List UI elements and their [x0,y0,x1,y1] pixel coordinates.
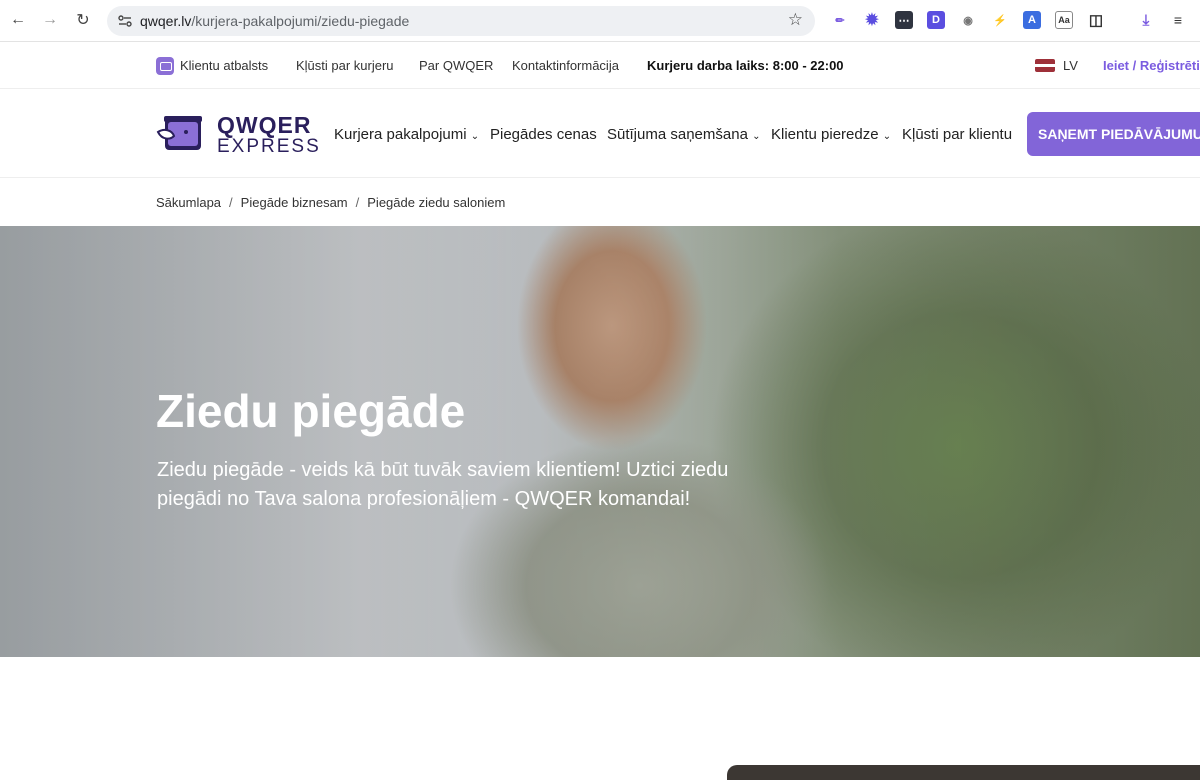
latvia-flag-icon[interactable] [1035,59,1055,72]
browser-toolbar: ← → ↻ qwqer.lv/kurjera-pakalpojumi/ziedu… [0,0,1200,42]
download-icon[interactable]: ⤓ [1137,11,1155,29]
logo-text-express: EXPRESS [217,136,321,157]
reading-list-icon[interactable]: ≡ [1169,11,1187,29]
breadcrumb-business[interactable]: Piegāde biznesam [241,195,348,210]
hero-photo-florist [0,226,1200,657]
nav-courier-services-label: Kurjera pakalpojumi [334,126,467,143]
chevron-down-icon: ⌄ [470,131,480,142]
puzzle-extensions-icon[interactable]: ◫ [1087,11,1105,29]
forward-icon[interactable]: → [38,8,62,32]
font-extension-icon[interactable]: Aa [1055,11,1073,29]
contacts-link[interactable]: Kontaktinformācija [512,58,619,73]
reload-icon[interactable]: ↻ [71,8,95,32]
gear-extension-icon[interactable]: ✹ [863,11,881,29]
hero-title: Ziedu piegāde [156,385,466,437]
translate-extension-icon[interactable]: A [1023,11,1041,29]
site-settings-icon[interactable] [117,13,133,29]
nav-customer-experience[interactable]: Klientu pieredze ⌄ [771,126,891,143]
back-icon[interactable]: ← [6,8,30,32]
nav-delivery-prices[interactable]: Piegādes cenas [490,126,597,143]
main-navigation: QWQER EXPRESS Kurjera pakalpojumi ⌄ Pieg… [0,90,1200,178]
bookmark-star-icon[interactable]: ☆ [788,10,803,30]
top-info-bar: Klientu atbalsts Kļūsti par kurjeru Par … [0,43,1200,89]
chevron-down-icon: ⌄ [752,131,761,142]
login-link[interactable]: Ieiet / Reģistrēties [1103,58,1200,73]
language-selector[interactable]: LV [1063,58,1078,73]
nav-parcel-receiving[interactable]: Sūtījuma saņemšana ⌄ [607,126,760,143]
camera-extension-icon[interactable]: ◉ [959,11,977,29]
breadcrumb-separator: / [355,195,360,210]
about-link[interactable]: Par QWQER [419,58,493,73]
chat-icon [156,57,174,75]
pen-extension-icon[interactable]: ✏ [831,11,849,29]
address-bar[interactable]: qwqer.lv/kurjera-pakalpojumi/ziedu-piega… [107,6,815,36]
breadcrumb-separator: / [229,195,233,210]
breadcrumb-home[interactable]: Sākumlapa [156,195,221,210]
breadcrumb-current: Piegāde ziedu saloniem [367,195,506,210]
bolt-extension-icon[interactable]: ⚡ [991,11,1009,29]
breadcrumb: Sākumlapa / Piegāde biznesam / Piegāde ziedu… [156,195,505,210]
get-offer-button[interactable]: SAŅEMT PIEDĀVĀJUMU [1027,112,1200,156]
nav-courier-services[interactable]: Kurjera pakalpojumi ⌄ [334,126,479,143]
become-courier-link[interactable]: Kļūsti par kurjeru [296,58,394,73]
url-domain: qwqer.lv [140,13,192,29]
hero-subtitle: Ziedu piegāde - veids kā būt tuvāk savie… [157,459,729,510]
url-path: /kurjera-pakalpojumi/ziedu-piegade [191,13,410,29]
chevron-down-icon: ⌄ [882,131,892,142]
nav-customer-experience-label: Klientu pieredze [771,126,879,143]
hero-banner: Ziedu piegāde Ziedu piegāde - veids kā b… [0,226,1200,657]
nav-become-client[interactable]: Kļūsti par klientu [902,126,1012,143]
nav-parcel-receiving-label: Sūtījuma saņemšana [607,126,748,143]
url-text: qwqer.lv/kurjera-pakalpojumi/ziedu-piega… [140,13,409,29]
section-image [727,765,1200,780]
d-extension-icon[interactable]: D [927,11,945,29]
box-logo-icon [156,116,202,150]
support-link[interactable]: Klientu atbalsts [180,58,268,73]
courier-hours: Kurjeru darba laiks: 8:00 - 22:00 [647,58,844,73]
dots-extension-icon[interactable]: ⋯ [895,11,913,29]
logo-text-qwqer: QWQER [217,112,312,138]
qwqer-logo[interactable]: QWQER EXPRESS [156,110,321,158]
